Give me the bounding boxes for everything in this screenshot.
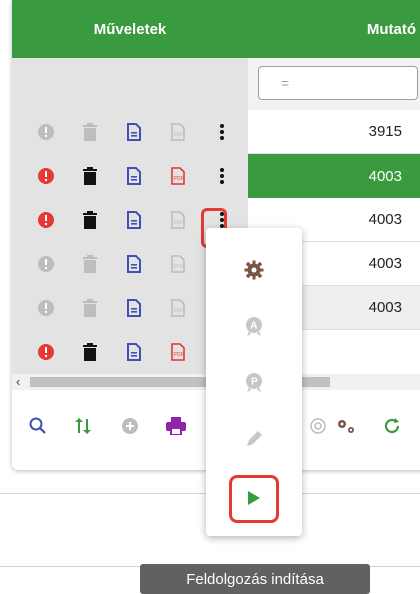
info-icon[interactable] bbox=[36, 122, 56, 142]
info-icon[interactable] bbox=[36, 166, 56, 186]
svg-text:PDF: PDF bbox=[174, 220, 184, 226]
indicator-cell[interactable]: 3915 bbox=[248, 110, 420, 154]
svg-text:PDF: PDF bbox=[174, 308, 184, 314]
highlight-play-button bbox=[229, 475, 279, 523]
svg-text:P: P bbox=[251, 377, 258, 388]
svg-text:PDF: PDF bbox=[174, 264, 184, 270]
pdf-icon[interactable]: PDF bbox=[168, 254, 188, 274]
indicator-column-header[interactable]: Mutató bbox=[248, 0, 420, 58]
badge-p-icon[interactable]: P bbox=[230, 362, 278, 402]
pen-icon[interactable] bbox=[230, 418, 278, 458]
svg-text:PDF: PDF bbox=[174, 176, 184, 182]
document-icon[interactable] bbox=[124, 122, 144, 142]
tooltip: Feldolgozás indítása bbox=[140, 564, 370, 594]
document-icon[interactable] bbox=[124, 166, 144, 186]
refresh-icon[interactable] bbox=[380, 414, 404, 438]
trash-icon[interactable] bbox=[80, 298, 100, 318]
table-row: PDF bbox=[12, 154, 248, 198]
trash-icon[interactable] bbox=[80, 254, 100, 274]
info-icon[interactable] bbox=[36, 342, 56, 362]
actions-column-header[interactable]: Műveletek bbox=[12, 0, 248, 58]
svg-text:PDF: PDF bbox=[174, 132, 184, 138]
row-actions-menu: A P bbox=[206, 228, 302, 536]
print-icon[interactable] bbox=[164, 414, 188, 438]
badge-a-icon[interactable]: A bbox=[230, 306, 278, 346]
trash-icon[interactable] bbox=[80, 210, 100, 230]
pdf-icon[interactable]: PDF bbox=[168, 298, 188, 318]
info-icon[interactable] bbox=[36, 298, 56, 318]
gear-icon[interactable] bbox=[230, 250, 278, 290]
swap-icon[interactable] bbox=[72, 414, 96, 438]
info-icon[interactable] bbox=[36, 210, 56, 230]
add-circle-icon[interactable] bbox=[118, 414, 142, 438]
table-header: Műveletek Mutató bbox=[12, 0, 420, 58]
indicator-cell[interactable]: 4003 bbox=[248, 154, 420, 198]
trash-icon[interactable] bbox=[80, 166, 100, 186]
svg-text:A: A bbox=[250, 321, 257, 332]
info-icon[interactable] bbox=[36, 254, 56, 274]
settings-gears-icon[interactable] bbox=[334, 414, 358, 438]
trash-icon[interactable] bbox=[80, 342, 100, 362]
table-row: PDF bbox=[12, 110, 248, 154]
at-icon[interactable] bbox=[306, 414, 330, 438]
document-icon[interactable] bbox=[124, 210, 144, 230]
pdf-icon[interactable]: PDF bbox=[168, 166, 188, 186]
svg-text:PDF: PDF bbox=[174, 352, 184, 358]
filter-row: = bbox=[248, 58, 420, 110]
pdf-icon[interactable]: PDF bbox=[168, 210, 188, 230]
search-icon[interactable] bbox=[26, 414, 50, 438]
more-vertical-icon[interactable] bbox=[212, 122, 232, 142]
document-icon[interactable] bbox=[124, 342, 144, 362]
scroll-left-icon[interactable]: ‹ bbox=[16, 374, 20, 390]
filter-input[interactable]: = bbox=[258, 66, 418, 100]
pdf-icon[interactable]: PDF bbox=[168, 342, 188, 362]
pdf-icon[interactable]: PDF bbox=[168, 122, 188, 142]
document-icon[interactable] bbox=[124, 254, 144, 274]
document-icon[interactable] bbox=[124, 298, 144, 318]
trash-icon[interactable] bbox=[80, 122, 100, 142]
more-vertical-icon[interactable] bbox=[212, 166, 232, 186]
